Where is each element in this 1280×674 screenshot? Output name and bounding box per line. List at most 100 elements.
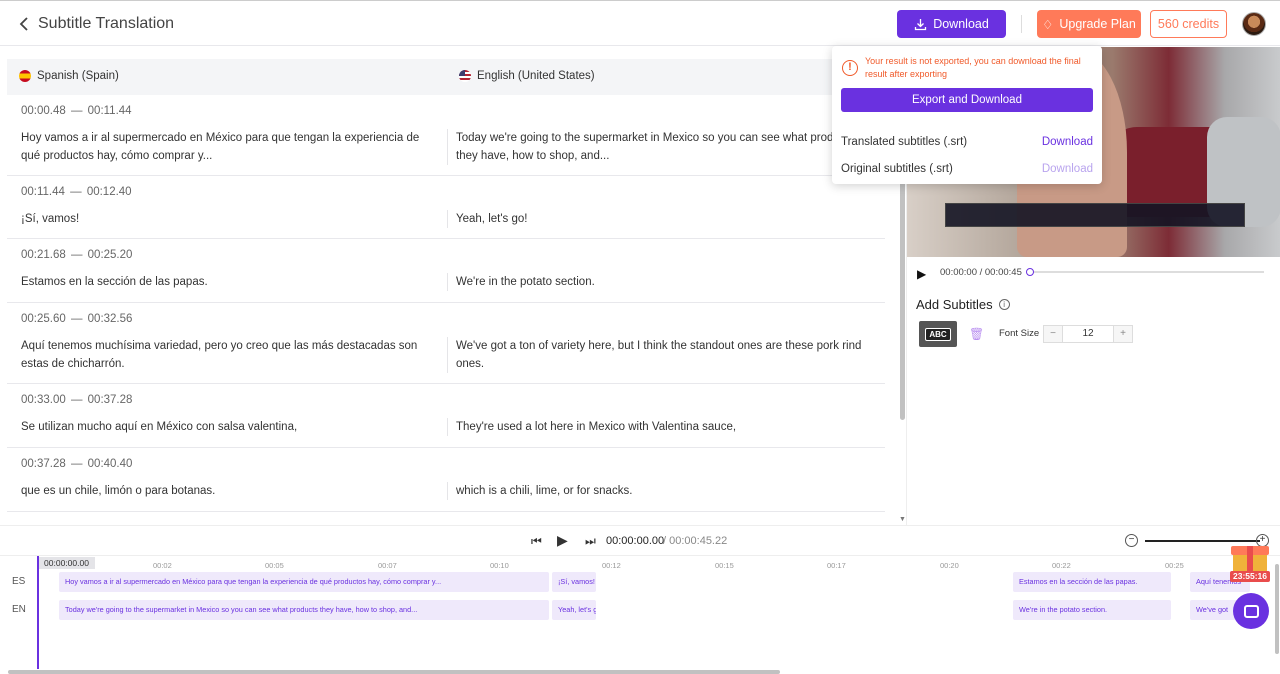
row-label: Original subtitles (.srt) bbox=[841, 163, 953, 175]
abc-icon: ABC bbox=[925, 327, 951, 341]
row-label: Translated subtitles (.srt) bbox=[841, 136, 968, 148]
avatar[interactable] bbox=[1242, 12, 1266, 36]
promo-countdown: 23:55:16 bbox=[1230, 571, 1270, 582]
ruler-tick: 00:17 bbox=[827, 561, 846, 570]
scroll-down-icon[interactable]: ▼ bbox=[899, 516, 906, 523]
subtitle-segment[interactable]: 00:11.44 — 00:12.40 ¡Sí, vamos! Yeah, le… bbox=[7, 176, 885, 239]
info-icon[interactable]: i bbox=[998, 299, 1010, 310]
timeline-clip[interactable]: Today we're going to the supermarket in … bbox=[59, 600, 549, 620]
timeline-clip[interactable]: Hoy vamos a ir al supermercado en México… bbox=[59, 572, 549, 592]
export-warning: Your result is not exported, you can dow… bbox=[865, 56, 1081, 79]
segment-time: 00:11.44 — 00:12.40 bbox=[21, 186, 132, 198]
back-button[interactable]: Subtitle Translation bbox=[18, 15, 174, 33]
segment-time: 00:33.00 — 00:37.28 bbox=[21, 394, 133, 406]
upgrade-plan-button[interactable]: ♢ Upgrade Plan bbox=[1037, 10, 1141, 38]
time-ruler: 00:02 00:05 00:07 00:10 00:12 00:15 00:1… bbox=[38, 556, 1280, 570]
chevron-left-icon bbox=[19, 17, 28, 31]
playhead-time: 00:00:00.00 bbox=[38, 557, 95, 569]
translated-subtitles-row: Translated subtitles (.srt) Download bbox=[841, 136, 1093, 148]
play-icon[interactable]: ▶ bbox=[557, 532, 568, 549]
ruler-tick: 00:07 bbox=[378, 561, 397, 570]
source-language[interactable]: Spanish (Spain) bbox=[19, 70, 119, 82]
translated-text[interactable]: They're used a lot here in Mexico with V… bbox=[447, 418, 877, 436]
timeline-scrollbar[interactable] bbox=[8, 670, 780, 674]
us-flag-icon bbox=[459, 70, 471, 82]
playhead[interactable] bbox=[37, 556, 39, 669]
download-dropdown: ! Your result is not exported, you can d… bbox=[832, 46, 1102, 184]
source-text[interactable]: Se utilizan mucho aquí en México con sal… bbox=[21, 418, 441, 436]
timeline-clip[interactable]: We're in the potato section. bbox=[1013, 600, 1171, 620]
timeline-clip[interactable]: Estamos en la sección de las papas. bbox=[1013, 572, 1171, 592]
timeline-clip[interactable]: Yeah, let's go! bbox=[552, 600, 596, 620]
zoom-out-icon[interactable]: − bbox=[1125, 534, 1138, 547]
download-original-link[interactable]: Download bbox=[1042, 163, 1093, 175]
track-label-es: ES bbox=[12, 576, 26, 587]
segment-time: 00:25.60 — 00:32.56 bbox=[21, 313, 133, 325]
subtitle-segment[interactable]: 00:21.68 — 00:25.20 Estamos en la secció… bbox=[7, 239, 885, 303]
credits-button[interactable]: 560 credits bbox=[1150, 10, 1227, 38]
subtitle-segment[interactable]: 00:25.60 — 00:32.56 Aquí tenemos muchísi… bbox=[7, 303, 885, 384]
download-translated-link[interactable]: Download bbox=[1042, 136, 1093, 148]
video-player-controls: ▶ 00:00:00 / 00:00:45 bbox=[907, 257, 1280, 289]
language-bar: Spanish (Spain) English (United States) bbox=[7, 59, 885, 95]
subtitle-segment[interactable]: 00:37.28 — 00:40.40 que es un chile, lim… bbox=[7, 448, 885, 512]
ruler-tick: 00:25 bbox=[1165, 561, 1184, 570]
upgrade-label: Upgrade Plan bbox=[1059, 17, 1136, 31]
decrease-button[interactable]: − bbox=[1044, 326, 1062, 342]
segment-time: 00:37.28 — 00:40.40 bbox=[21, 458, 133, 470]
timeline[interactable]: 00:02 00:05 00:07 00:10 00:12 00:15 00:1… bbox=[0, 555, 1280, 674]
seek-handle[interactable] bbox=[1026, 268, 1034, 276]
source-text[interactable]: Aquí tenemos muchísima variedad, pero yo… bbox=[21, 337, 441, 373]
font-size-label: Font Size bbox=[999, 328, 1040, 339]
subtitle-segment[interactable]: 00:00.48 — 00:11.44 Hoy vamos a ir al su… bbox=[7, 95, 885, 176]
current-time: 00:00:00.00 bbox=[606, 535, 665, 547]
translated-text[interactable]: We're in the potato section. bbox=[447, 273, 877, 291]
spain-flag-icon bbox=[19, 70, 31, 82]
source-text[interactable]: Hoy vamos a ir al supermercado en México… bbox=[21, 129, 441, 165]
ruler-tick: 00:02 bbox=[153, 561, 172, 570]
ruler-tick: 00:05 bbox=[265, 561, 284, 570]
seek-bar[interactable] bbox=[1029, 271, 1264, 273]
play-icon[interactable]: ▶ bbox=[917, 267, 926, 281]
gift-promo[interactable]: 23:55:16 bbox=[1229, 538, 1271, 582]
timeline-clip[interactable]: ¡Sí, vamos! bbox=[552, 572, 596, 592]
segment-time: 00:21.68 — 00:25.20 bbox=[21, 249, 133, 261]
source-text[interactable]: ¡Sí, vamos! bbox=[21, 210, 441, 228]
subtitle-overlay[interactable] bbox=[945, 203, 1245, 227]
subtitle-list: Spanish (Spain) English (United States) … bbox=[0, 47, 900, 525]
page-title: Subtitle Translation bbox=[38, 15, 175, 32]
translated-text[interactable]: which is a chili, lime, or for snacks. bbox=[447, 482, 877, 500]
skip-forward-icon[interactable]: ⏭ bbox=[585, 534, 596, 549]
translated-text[interactable]: Yeah, let's go! bbox=[447, 210, 877, 228]
translated-text[interactable]: Today we're going to the supermarket in … bbox=[447, 129, 877, 165]
ruler-tick: 00:10 bbox=[490, 561, 509, 570]
add-subtitles-heading: Add Subtitles i bbox=[916, 297, 1010, 312]
font-size-stepper[interactable]: − 12 + bbox=[1043, 325, 1133, 343]
export-and-download-button[interactable]: Export and Download bbox=[841, 88, 1093, 112]
source-text[interactable]: que es un chile, limón o para botanas. bbox=[21, 482, 441, 500]
target-language[interactable]: English (United States) bbox=[459, 70, 595, 82]
subtitle-segment[interactable]: 00:33.00 — 00:37.28 Se utilizan mucho aq… bbox=[7, 384, 885, 448]
font-size-input[interactable]: 12 bbox=[1062, 326, 1114, 342]
chat-button[interactable] bbox=[1233, 593, 1269, 629]
translated-text[interactable]: We've got a ton of variety here, but I t… bbox=[447, 337, 877, 373]
download-icon bbox=[915, 18, 927, 30]
timeline-vertical-scrollbar[interactable] bbox=[1275, 564, 1279, 654]
warning-icon: ! bbox=[842, 60, 858, 76]
original-subtitles-row: Original subtitles (.srt) Download bbox=[841, 163, 1093, 175]
segment-time: 00:00.48 — 00:11.44 bbox=[21, 105, 132, 117]
track-label-en: EN bbox=[12, 604, 26, 615]
top-bar: Subtitle Translation Download ♢ Upgrade … bbox=[0, 0, 1280, 46]
chat-icon bbox=[1243, 604, 1259, 618]
player-time: 00:00:00 / 00:00:45 bbox=[940, 267, 1022, 278]
ruler-tick: 00:20 bbox=[940, 561, 959, 570]
skip-back-icon[interactable]: ⏮ bbox=[531, 534, 542, 549]
ruler-tick: 00:15 bbox=[715, 561, 734, 570]
diamond-icon: ♢ bbox=[1042, 17, 1054, 32]
subtitle-style-button[interactable]: ABC bbox=[919, 321, 957, 347]
download-button[interactable]: Download bbox=[897, 10, 1006, 38]
source-text[interactable]: Estamos en la sección de las papas. bbox=[21, 273, 441, 291]
source-language-label: Spanish (Spain) bbox=[37, 70, 119, 82]
trash-icon[interactable]: 🗑 bbox=[969, 327, 984, 341]
increase-button[interactable]: + bbox=[1114, 326, 1132, 342]
